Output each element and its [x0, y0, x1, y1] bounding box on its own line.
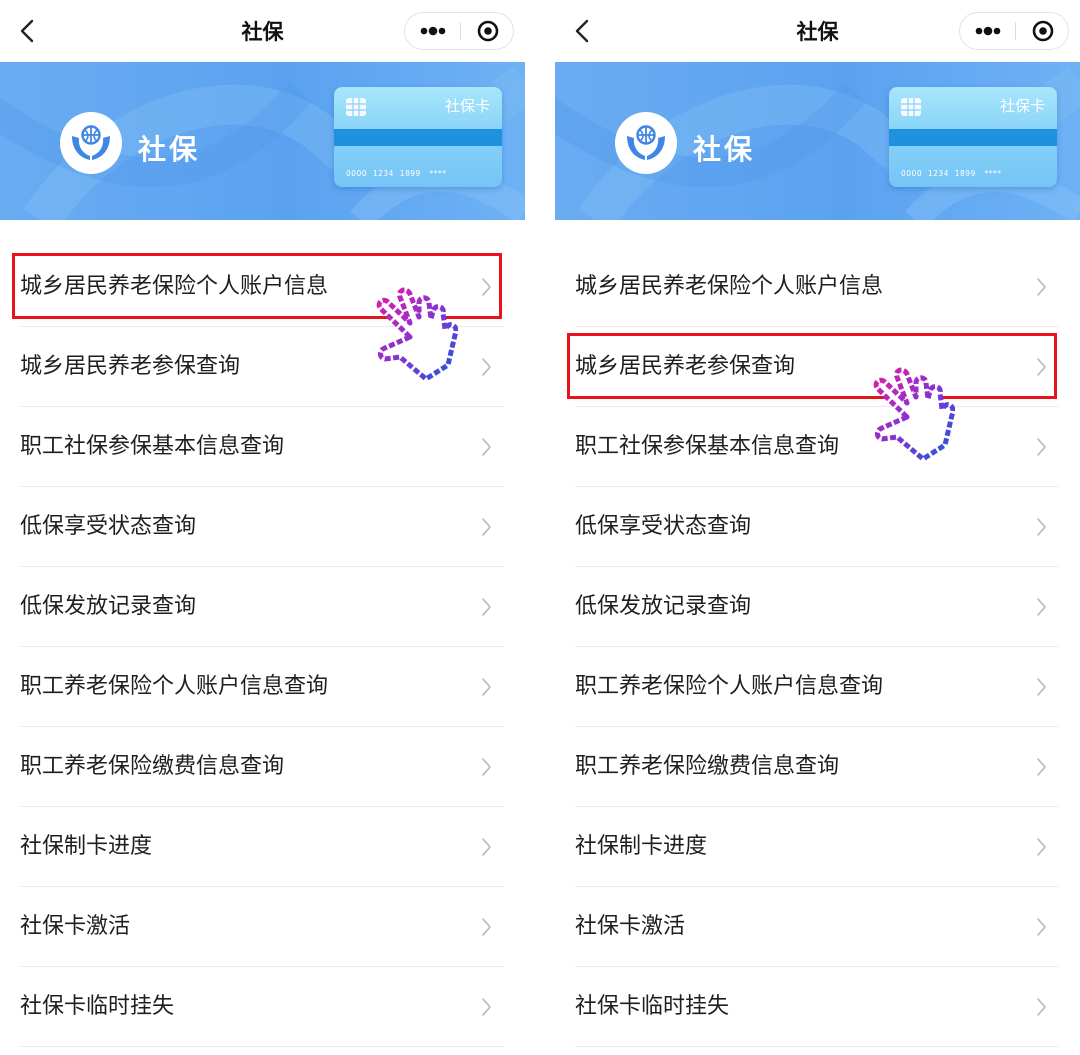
pointing-hand-icon [376, 287, 458, 381]
card-number: 0000 1234 1899 **** [901, 169, 1002, 178]
chevron-right-icon [482, 838, 491, 856]
chevron-right-icon [1037, 598, 1046, 616]
menu-item[interactable]: 低保发放记录查询 [575, 567, 1059, 647]
more-dots-icon [975, 26, 1001, 36]
chevron-right-icon [1037, 438, 1046, 456]
menu-item-label: 职工养老保险个人账户信息查询 [575, 674, 884, 699]
hands-globe-icon [627, 125, 665, 160]
chevron-right-icon [482, 598, 491, 616]
menu-item-label: 职工养老保险缴费信息查询 [575, 754, 840, 779]
chevron-right-icon [1037, 518, 1046, 536]
menu-item-label: 低保享受状态查询 [20, 514, 197, 539]
target-circle-icon [1032, 20, 1054, 42]
menu-item-label: 社保卡临时挂失 [575, 994, 730, 1019]
card-stripe [889, 129, 1057, 146]
phone-screen-left: 社保 社保 社保卡 0000 1234 1899 **** 城乡居民养老保险个人… [0, 0, 525, 1055]
menu-item-label: 低保享受状态查询 [575, 514, 752, 539]
chevron-right-icon [1037, 838, 1046, 856]
highlight-box [567, 333, 1057, 399]
more-button[interactable] [960, 13, 1015, 49]
chevron-right-icon [482, 758, 491, 776]
banner-title: 社保 [138, 133, 201, 166]
banner-title: 社保 [693, 133, 756, 166]
chevron-right-icon [482, 518, 491, 536]
social-security-card: 社保卡 0000 1234 1899 **** [334, 87, 502, 187]
chevron-right-icon [1037, 678, 1046, 696]
chevron-right-icon [482, 438, 491, 456]
menu-item[interactable]: 职工养老保险缴费信息查询 [20, 727, 504, 807]
menu-item[interactable]: 职工社保参保基本信息查询 [575, 407, 1059, 487]
card-stripe [334, 129, 502, 146]
menu-item-label: 职工养老保险个人账户信息查询 [20, 674, 329, 699]
menu-item[interactable]: 低保发放记录查询 [20, 567, 504, 647]
close-button[interactable] [1016, 13, 1070, 49]
banner: 社保 社保卡 0000 1234 1899 **** [0, 62, 525, 220]
menu-item-label: 城乡居民养老保险个人账户信息 [575, 274, 884, 299]
menu-item[interactable]: 社保制卡进度 [575, 807, 1059, 887]
chevron-right-icon [482, 998, 491, 1016]
menu-item-label: 低保发放记录查询 [575, 594, 752, 619]
card-label: 社保卡 [999, 97, 1045, 115]
menu-item[interactable]: 社保制卡进度 [20, 807, 504, 887]
menu-item-label: 城乡居民养老参保查询 [20, 354, 241, 379]
banner: 社保 社保卡 0000 1234 1899 **** [555, 62, 1080, 220]
menu-item[interactable]: 城乡居民养老保险个人账户信息 [575, 247, 1059, 327]
menu-item[interactable]: 职工社保参保基本信息查询 [20, 407, 504, 487]
menu-item-label: 社保制卡进度 [575, 834, 708, 859]
chevron-right-icon [1037, 998, 1046, 1016]
social-security-logo [60, 112, 122, 174]
menu-item-label: 职工社保参保基本信息查询 [575, 434, 840, 459]
more-button[interactable] [405, 13, 460, 49]
menu-item[interactable]: 社保卡临时挂失 [20, 967, 504, 1047]
menu-item[interactable]: 社保卡激活 [575, 887, 1059, 967]
nav-bar: 社保 [0, 0, 525, 62]
menu-item-label: 社保制卡进度 [20, 834, 153, 859]
menu-item[interactable]: 低保享受状态查询 [575, 487, 1059, 567]
social-security-logo [615, 112, 677, 174]
chevron-right-icon [1037, 278, 1046, 296]
chevron-right-icon [1037, 918, 1046, 936]
card-chip-icon [346, 98, 366, 116]
phone-screen-right: 社保 社保 社保卡 0000 1234 1899 **** 城乡居民养老保险个人… [555, 0, 1080, 1055]
nav-bar: 社保 [555, 0, 1080, 62]
hands-globe-icon [72, 125, 110, 160]
mini-program-capsule [404, 12, 514, 50]
menu-item-label: 职工社保参保基本信息查询 [20, 434, 285, 459]
pointing-hand-icon [873, 367, 955, 461]
menu-item[interactable]: 职工养老保险个人账户信息查询 [575, 647, 1059, 727]
menu-item-label: 职工养老保险缴费信息查询 [20, 754, 285, 779]
chevron-right-icon [482, 358, 491, 376]
chevron-right-icon [1037, 758, 1046, 776]
close-button[interactable] [461, 13, 515, 49]
chevron-right-icon [482, 678, 491, 696]
menu-item[interactable]: 社保卡临时挂失 [575, 967, 1059, 1047]
mini-program-capsule [959, 12, 1069, 50]
social-security-card: 社保卡 0000 1234 1899 **** [889, 87, 1057, 187]
more-dots-icon [420, 26, 446, 36]
menu-item[interactable]: 职工养老保险个人账户信息查询 [20, 647, 504, 727]
card-chip-icon [901, 98, 921, 116]
menu-item[interactable]: 职工养老保险缴费信息查询 [575, 727, 1059, 807]
target-circle-icon [477, 20, 499, 42]
card-number: 0000 1234 1899 **** [346, 169, 447, 178]
chevron-right-icon [482, 918, 491, 936]
menu-item-label: 社保卡临时挂失 [20, 994, 175, 1019]
menu-item-label: 低保发放记录查询 [20, 594, 197, 619]
menu-item-label: 社保卡激活 [20, 914, 131, 939]
menu-item[interactable]: 低保享受状态查询 [20, 487, 504, 567]
card-label: 社保卡 [444, 97, 490, 115]
menu-item[interactable]: 社保卡激活 [20, 887, 504, 967]
menu-item-label: 社保卡激活 [575, 914, 686, 939]
